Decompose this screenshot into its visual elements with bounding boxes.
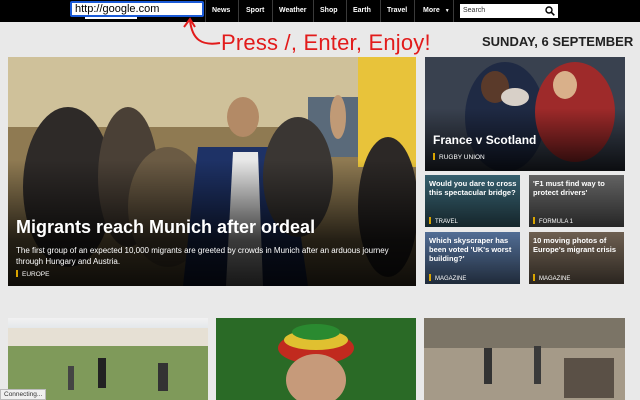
tag-marker: [429, 217, 431, 224]
card-headline[interactable]: 'F1 must find way to protect drivers': [533, 179, 623, 197]
nav-divider: [238, 0, 239, 22]
search-icon[interactable]: [545, 6, 555, 16]
thumbnail-photo: [8, 328, 208, 400]
nav-divider: [380, 0, 381, 22]
annotation-text: Press /, Enter, Enjoy!: [221, 30, 431, 55]
feature-tag[interactable]: RUGBY UNION: [433, 153, 485, 161]
pointer-arrow-icon: [183, 17, 221, 45]
story-card[interactable]: 'F1 must find way to protect drivers' FO…: [529, 175, 624, 227]
story-thumbnail[interactable]: [8, 318, 208, 400]
thumbnail-photo: [216, 318, 416, 400]
nav-item-earth[interactable]: Earth: [353, 0, 371, 22]
story-thumbnail[interactable]: [424, 318, 625, 400]
nav-item-weather[interactable]: Weather: [279, 0, 307, 22]
card-tag-label: MAGAZINE: [539, 276, 571, 282]
tag-marker: [429, 274, 431, 281]
nav-item-more-label: More: [423, 7, 440, 14]
story-card[interactable]: Which skyscraper has been voted 'UK's wo…: [425, 232, 520, 284]
nav-divider: [453, 0, 454, 22]
card-tag-label: FORMULA 1: [539, 219, 574, 225]
card-tag[interactable]: MAGAZINE: [429, 274, 466, 282]
nav-item-shop[interactable]: Shop: [320, 0, 338, 22]
search-input[interactable]: Search: [460, 4, 558, 18]
status-bar: Connecting...: [0, 389, 47, 400]
card-tag-label: TRAVEL: [435, 219, 458, 225]
card-tag[interactable]: TRAVEL: [429, 217, 458, 225]
nav-item-more[interactable]: More ▼: [423, 0, 450, 22]
card-tag-label: MAGAZINE: [435, 276, 467, 282]
card-headline[interactable]: Would you dare to cross this spectacular…: [429, 179, 519, 197]
nav-divider: [414, 0, 415, 22]
card-tag[interactable]: MAGAZINE: [533, 274, 570, 282]
thumbnail-photo: [424, 318, 625, 400]
nav-divider: [346, 0, 347, 22]
feature-headline[interactable]: France v Scotland: [433, 133, 536, 147]
feature-story[interactable]: France v Scotland RUGBY UNION: [425, 57, 625, 171]
nav-divider: [313, 0, 314, 22]
hero-tag-label: EUROPE: [22, 271, 50, 278]
hero-story[interactable]: Migrants reach Munich after ordeal The f…: [8, 57, 416, 286]
hero-summary: The first group of an expected 10,000 mi…: [16, 246, 389, 266]
story-card[interactable]: 10 moving photos of Europe's migrant cri…: [529, 232, 624, 284]
hero-headline[interactable]: Migrants reach Munich after ordeal: [16, 217, 315, 238]
hero-tag[interactable]: EUROPE: [16, 270, 49, 278]
card-headline[interactable]: 10 moving photos of Europe's migrant cri…: [533, 236, 623, 254]
feature-tag-label: RUGBY UNION: [439, 154, 485, 161]
nav-divider: [272, 0, 273, 22]
nav-item-sport[interactable]: Sport: [246, 0, 264, 22]
card-headline[interactable]: Which skyscraper has been voted 'UK's wo…: [429, 236, 519, 263]
tag-marker: [533, 217, 535, 224]
address-input[interactable]: http://google.com: [70, 1, 204, 17]
card-tag[interactable]: FORMULA 1: [533, 217, 573, 225]
search-placeholder: Search: [463, 7, 486, 14]
story-thumbnail[interactable]: [216, 318, 416, 400]
address-input-value: http://google.com: [75, 3, 160, 15]
chevron-down-icon: ▼: [444, 8, 450, 14]
date-heading: SUNDAY, 6 SEPTEMBER: [482, 34, 634, 49]
tag-marker: [16, 270, 18, 277]
tag-marker: [533, 274, 535, 281]
nav-item-travel[interactable]: Travel: [387, 0, 407, 22]
tag-marker: [433, 153, 435, 160]
story-card[interactable]: Would you dare to cross this spectacular…: [425, 175, 520, 227]
